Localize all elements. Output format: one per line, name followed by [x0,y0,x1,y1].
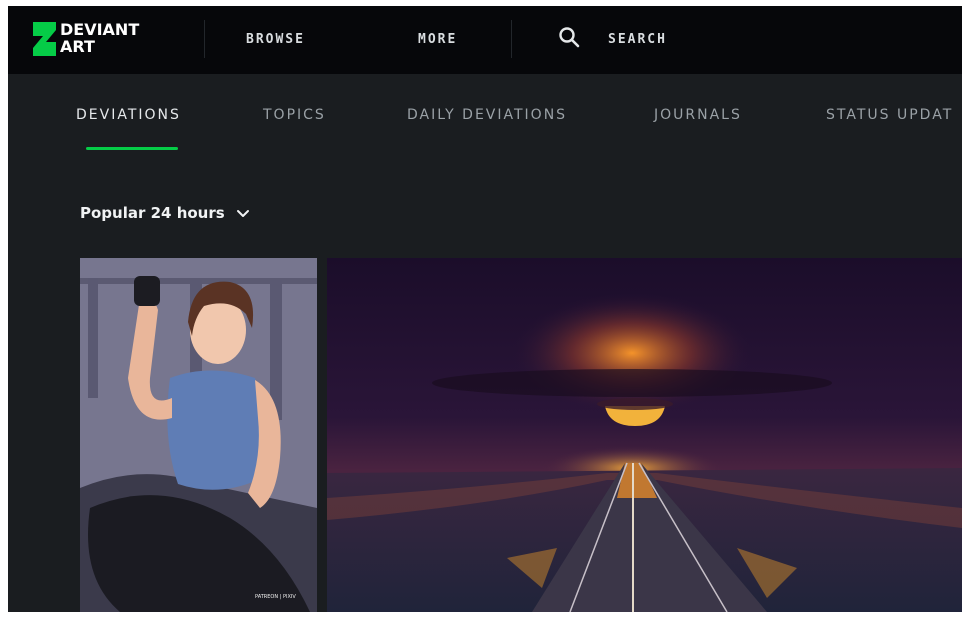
sort-dropdown-label: Popular 24 hours [80,204,225,222]
chevron-down-icon [236,209,249,217]
app-frame: DEVIANT ART BROWSE MORE SEARCH DEVIATION… [8,6,962,612]
nav-divider [511,20,512,58]
active-tab-indicator [86,147,178,150]
artwork-illustration: PATREON | PIXIV [80,258,317,612]
deviantart-logo-icon [33,22,56,56]
search-icon[interactable] [558,26,580,48]
logo-wordmark: DEVIANT ART [60,21,139,55]
artwork-photo [327,258,962,612]
deviation-thumbnail[interactable] [327,258,962,612]
nav-browse[interactable]: BROWSE [246,32,305,47]
search-field[interactable]: SEARCH [608,32,667,47]
deviation-thumbnail[interactable]: PATREON | PIXIV [80,258,317,612]
top-nav-bar: DEVIANT ART BROWSE MORE SEARCH [8,6,962,74]
nav-more[interactable]: MORE [418,32,457,47]
logo-line-2: ART [60,37,95,56]
sort-dropdown[interactable]: Popular 24 hours [80,204,250,222]
deviantart-logo[interactable]: DEVIANT ART [30,20,170,60]
nav-divider [204,20,205,58]
tab-journals[interactable]: JOURNALS [654,107,742,123]
tab-topics[interactable]: TOPICS [263,107,326,123]
tab-daily-deviations[interactable]: DAILY DEVIATIONS [407,107,567,123]
svg-text:PATREON | PIXIV: PATREON | PIXIV [255,594,296,600]
tab-status-updates[interactable]: STATUS UPDAT [826,107,953,123]
logo-line-1: DEVIANT [60,20,140,39]
tab-deviations[interactable]: DEVIATIONS [76,107,181,123]
